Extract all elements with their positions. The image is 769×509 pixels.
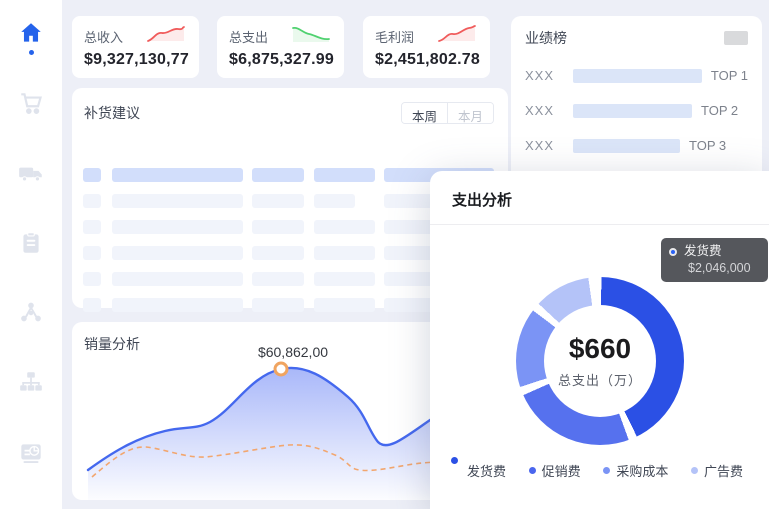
sidebar (0, 0, 62, 509)
sparkline-down-green-icon (290, 24, 332, 49)
ranking-top-label: TOP 3 (689, 138, 726, 153)
sidebar-item-distribution[interactable] (14, 299, 48, 369)
skeleton-cell (112, 194, 243, 208)
sidebar-item-shipping[interactable] (14, 160, 48, 230)
skeleton-cell (83, 272, 101, 286)
ranking-row-label: XXX (525, 138, 573, 153)
home-icon (18, 20, 44, 46)
peak-marker (275, 363, 287, 375)
sales-title: 销量分析 (84, 336, 140, 352)
skeleton-cell (83, 220, 101, 234)
skeleton-cell (314, 168, 375, 182)
legend-dot (529, 467, 536, 474)
sidebar-item-reports[interactable] (14, 439, 48, 509)
stat-value: $6,875,327.99 (229, 51, 332, 69)
legend-label: 促销费 (542, 461, 581, 480)
skeleton-cell (112, 298, 243, 312)
legend-label: 发货费 (467, 461, 506, 480)
active-indicator-dot (29, 50, 34, 55)
sidebar-item-structure[interactable] (14, 369, 48, 439)
skeleton-cell (252, 298, 304, 312)
cart-icon (18, 90, 44, 116)
skeleton-cell (83, 194, 101, 208)
ranking-row[interactable]: XXX TOP 3 (525, 138, 748, 153)
period-segmented-control: 本周 本月 (401, 102, 494, 124)
tooltip-series-name: 发货费 (684, 243, 722, 260)
donut-center: $660 总支出（万） (544, 305, 656, 417)
ranking-bar (573, 69, 702, 83)
skeleton-cell (314, 194, 355, 208)
stat-card-profit: 毛利润 $2,451,802.78 (363, 16, 490, 78)
sparkline-up-red-icon (436, 24, 478, 49)
legend-label: 采购成本 (616, 461, 668, 480)
ranking-title: 业绩榜 (525, 28, 567, 48)
skeleton-cell (252, 220, 304, 234)
skeleton-cell (83, 246, 101, 260)
tab-this-month[interactable]: 本月 (448, 103, 493, 123)
stat-value: $2,451,802.78 (375, 51, 478, 69)
ranking-rows: XXXTOP 1XXXTOP 2XXXTOP 3XXXTOP 4 (525, 68, 748, 188)
skeleton-cell (112, 220, 243, 234)
stat-label: 总支出 (229, 27, 268, 46)
skeleton-cell (252, 194, 304, 208)
nodes-icon (18, 299, 44, 325)
tooltip-value: $2,046,000 (688, 260, 760, 277)
legend-dot (691, 467, 698, 474)
skeleton-cell (252, 272, 304, 286)
chart-tooltip: 发货费 $2,046,000 (661, 238, 768, 282)
donut-total-label: 总支出（万） (558, 370, 642, 389)
ranking-top-label: TOP 2 (701, 103, 738, 118)
skeleton-cell (252, 246, 304, 260)
skeleton-cell (112, 246, 243, 260)
tab-this-week[interactable]: 本周 (402, 103, 447, 123)
expense-donut-chart[interactable]: $660 总支出（万） (516, 277, 684, 445)
legend-dot (451, 457, 458, 464)
skeleton-cell (112, 272, 243, 286)
skeleton-cell (83, 298, 101, 312)
sparkline-up-red-icon (145, 24, 187, 49)
report-icon (17, 439, 45, 467)
skeleton-cell (314, 272, 375, 286)
ranking-row[interactable]: XXX TOP 2 (525, 103, 748, 118)
skeleton-cell (112, 168, 243, 182)
stat-card-expense: 总支出 $6,875,327.99 (217, 16, 344, 78)
skeleton-cell (314, 220, 375, 234)
chart-legend: 发货费 促销费 采购成本 广告费 (454, 461, 743, 480)
skeleton-cell (314, 246, 375, 260)
truck-icon (17, 160, 45, 186)
skeleton-cell (252, 168, 304, 182)
replenish-title: 补货建议 (84, 103, 140, 123)
legend-label: 广告费 (704, 461, 743, 480)
legend-item[interactable]: 广告费 (691, 461, 743, 480)
ranking-bar (573, 139, 680, 153)
ranking-top-label: TOP 1 (711, 68, 748, 83)
sidebar-item-orders[interactable] (14, 90, 48, 160)
ranking-more-button[interactable] (724, 31, 748, 45)
donut-total-value: $660 (569, 333, 631, 365)
legend-dot (603, 467, 610, 474)
tooltip-series-dot (669, 248, 677, 256)
stat-label: 毛利润 (375, 27, 414, 46)
legend-item[interactable]: 发货费 (454, 461, 506, 480)
sitemap-icon (18, 369, 44, 395)
skeleton-cell (83, 168, 101, 182)
ranking-bar (573, 104, 692, 118)
ranking-row-label: XXX (525, 68, 573, 83)
sidebar-item-home[interactable] (14, 20, 48, 90)
ranking-row[interactable]: XXX TOP 1 (525, 68, 748, 83)
stat-label: 总收入 (84, 27, 123, 46)
skeleton-cell (314, 298, 375, 312)
expense-title: 支出分析 (430, 171, 769, 225)
stat-value: $9,327,130,77 (84, 51, 187, 69)
expense-analysis-overlay: 支出分析 发货费 $2,046,000 $660 总支出（万） 发货费促销费采购… (430, 171, 769, 509)
sidebar-item-inventory[interactable] (14, 230, 48, 300)
ranking-row-label: XXX (525, 103, 573, 118)
clipboard-icon (18, 230, 44, 256)
legend-item[interactable]: 采购成本 (603, 461, 668, 480)
stat-card-revenue: 总收入 $9,327,130,77 (72, 16, 199, 78)
legend-item[interactable]: 促销费 (529, 461, 581, 480)
